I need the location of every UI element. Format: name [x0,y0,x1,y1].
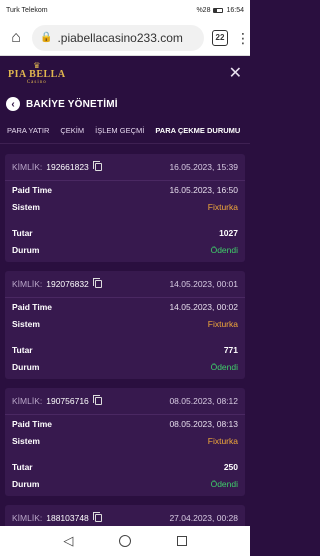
browser-menu-icon[interactable]: ⋮ [236,31,250,45]
logo-sub-text: Casino [26,79,47,85]
address-bar[interactable]: 🔒 .piabellacasino233.com [32,24,204,51]
kimlik-label: KİMLİK: [12,396,43,406]
durum-value: Ödendi [210,478,238,489]
nav-recents-icon[interactable] [175,534,189,548]
tutar-label: Tutar [12,344,33,355]
durum-value: Ödendi [210,361,238,372]
app-header: ♛ PIA BELLA Casino ✕ [0,56,250,90]
tutar-row: Tutar 1027 [5,224,245,241]
copy-icon[interactable] [92,512,102,522]
kimlik-group: KİMLİK: 190756716 [12,395,102,406]
created-date: 16.05.2023, 15:39 [169,162,238,172]
durum-value: Ödendi [210,244,238,255]
site-logo[interactable]: ♛ PIA BELLA Casino [8,61,66,85]
paid-time-value: 08.05.2023, 08:13 [169,418,238,429]
card-header: KİMLİK: 192076832 14.05.2023, 00:01 [5,271,245,298]
kimlik-label: KİMLİK: [12,162,43,172]
paid-time-label: Paid Time [12,184,52,195]
sistem-value: Fixturka [207,435,238,446]
url-text: .piabellacasino233.com [57,30,183,45]
copy-icon[interactable] [92,161,102,171]
copy-icon[interactable] [92,395,102,405]
kimlik-group: KİMLİK: 192076832 [12,278,102,289]
nav-back-icon[interactable]: ◁ [61,533,75,548]
tab-para-yatir[interactable]: PARA YATIR [7,126,49,135]
kimlik-group: KİMLİK: 188103748 [12,512,102,523]
paid-time-value: 16.05.2023, 16:50 [169,184,238,195]
close-icon[interactable]: ✕ [229,63,242,83]
withdrawal-card: KİMLİK: 192076832 14.05.2023, 00:01 Paid… [5,271,245,379]
paid-time-row: Paid Time 14.05.2023, 00:02 [5,298,245,315]
lock-icon[interactable]: 🔒 [40,32,52,43]
kimlik-label: KİMLİK: [12,513,43,523]
status-bar: Turk Telekom %28 16:54 [0,0,250,20]
tutar-label: Tutar [12,461,33,472]
balance-tabs: PARA YATIR ÇEKİM İŞLEM GEÇMİ PARA ÇEKME … [0,118,250,144]
tutar-label: Tutar [12,227,33,238]
withdrawal-card: KİMLİK: 190756716 08.05.2023, 08:12 Paid… [5,388,245,496]
paid-time-row: Paid Time 08.05.2023, 08:13 [5,415,245,432]
durum-row: Durum Ödendi [5,241,245,258]
kimlik-value: 188103748 [46,513,89,523]
kimlik-label: KİMLİK: [12,279,43,289]
durum-label: Durum [12,361,40,372]
withdrawal-list: KİMLİK: 192661823 16.05.2023, 15:39 Paid… [5,154,245,541]
tutar-row: Tutar 771 [5,341,245,358]
created-date: 08.05.2023, 08:12 [169,396,238,406]
paid-time-value: 14.05.2023, 00:02 [169,301,238,312]
durum-row: Durum Ödendi [5,358,245,375]
status-right: %28 16:54 [196,7,244,14]
sistem-row: Sistem Fixturka [5,315,245,332]
page-title: BAKİYE YÖNETİMİ [26,98,118,110]
durum-label: Durum [12,478,40,489]
paid-time-label: Paid Time [12,418,52,429]
tab-para-cekme-durumu[interactable]: PARA ÇEKME DURUMU [155,126,240,135]
sistem-value: Fixturka [207,201,238,212]
kimlik-value: 192661823 [46,162,89,172]
paid-time-row: Paid Time 16.05.2023, 16:50 [5,181,245,198]
tab-cekim[interactable]: ÇEKİM [60,126,84,135]
sistem-label: Sistem [12,201,40,212]
tutar-value: 1027 [219,227,238,238]
android-nav-bar: ◁ [0,526,250,556]
clock: 16:54 [226,6,244,14]
page-title-row: ‹ BAKİYE YÖNETİMİ [0,90,250,118]
created-date: 14.05.2023, 00:01 [169,279,238,289]
sistem-label: Sistem [12,435,40,446]
sistem-value: Fixturka [207,318,238,329]
card-header: KİMLİK: 192661823 16.05.2023, 15:39 [5,154,245,181]
tutar-row: Tutar 250 [5,458,245,475]
tutar-value: 771 [223,344,238,355]
tab-islem-gecmisi[interactable]: İŞLEM GEÇMİ [95,126,144,135]
created-date: 27.04.2023, 00:28 [169,513,238,523]
nav-home-icon[interactable] [118,534,132,548]
kimlik-value: 190756716 [46,396,89,406]
copy-icon[interactable] [92,278,102,288]
kimlik-group: KİMLİK: 192661823 [12,161,102,172]
tab-switcher-button[interactable]: 22 [212,29,228,46]
home-icon[interactable]: ⌂ [8,29,24,47]
durum-row: Durum Ödendi [5,475,245,492]
sistem-label: Sistem [12,318,40,329]
paid-time-label: Paid Time [12,301,52,312]
back-button[interactable]: ‹ [6,97,20,111]
battery-icon [213,7,224,13]
browser-toolbar: ⌂ 🔒 .piabellacasino233.com 22 ⋮ [0,20,250,56]
carrier-name: Turk Telekom [6,6,48,14]
card-header: KİMLİK: 190756716 08.05.2023, 08:12 [5,388,245,415]
durum-label: Durum [12,244,40,255]
sistem-row: Sistem Fixturka [5,198,245,215]
sistem-row: Sistem Fixturka [5,432,245,449]
withdrawal-card: KİMLİK: 192661823 16.05.2023, 15:39 Paid… [5,154,245,262]
tutar-value: 250 [223,461,238,472]
kimlik-value: 192076832 [46,279,89,289]
logo-main-text: PIA BELLA [8,68,66,80]
battery-percent: %28 [196,6,211,14]
